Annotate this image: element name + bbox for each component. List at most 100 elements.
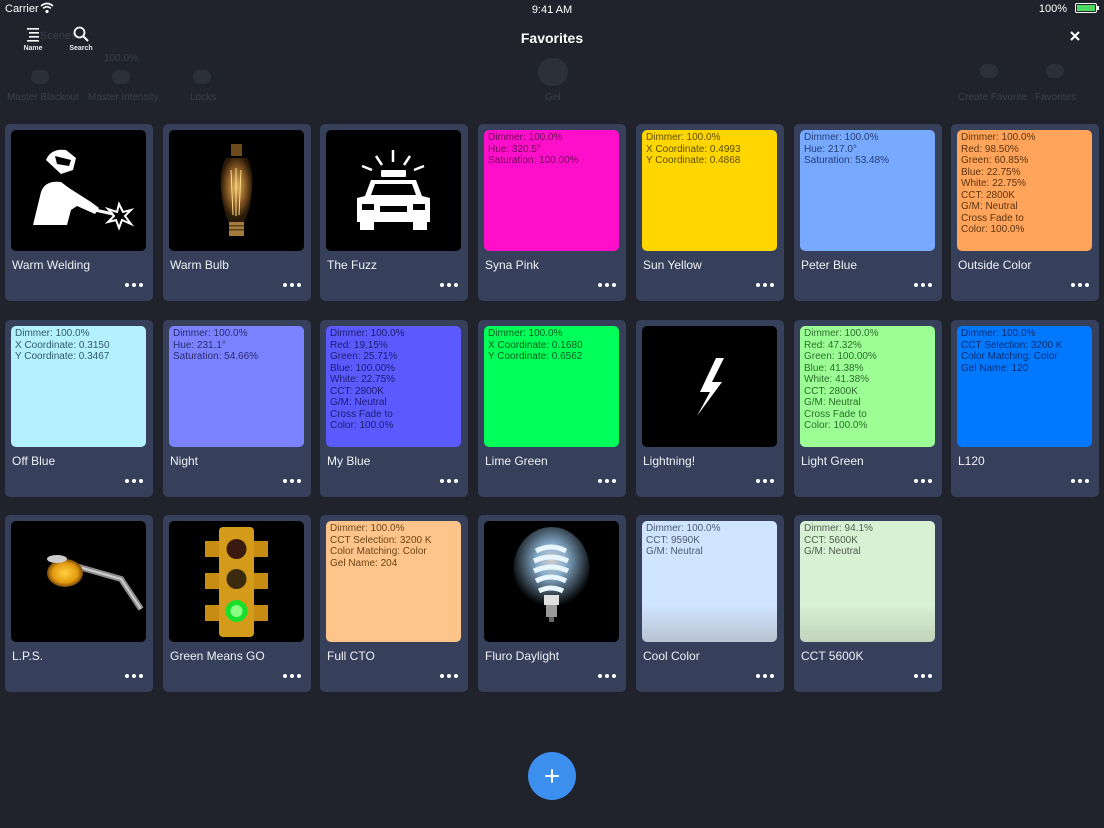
battery-icon [1075, 3, 1099, 13]
favorite-card[interactable]: Dimmer: 94.1% CCT: 5600K G/M: Neutral CCT… [794, 515, 942, 692]
favorite-card[interactable]: Warm Welding [5, 124, 153, 301]
page-title: Favorites [520, 30, 584, 46]
favorite-name: Peter Blue [801, 258, 858, 272]
favorite-name: Warm Bulb [170, 258, 229, 272]
gel-icon [538, 58, 568, 86]
sort-label: Name [23, 45, 43, 52]
star-icon [1046, 64, 1064, 78]
background-item: Locks [190, 92, 217, 103]
close-icon[interactable] [1066, 27, 1084, 45]
welding-pictogram-image [11, 130, 146, 251]
favorite-settings: Dimmer: 100.0% Red: 19.15% Green: 25.71%… [330, 328, 405, 431]
color-swatch: Dimmer: 100.0% X Coordinate: 0.1680 Y Co… [484, 326, 619, 447]
favorite-name: Lime Green [485, 454, 548, 468]
background-item: Favorites [1035, 92, 1077, 103]
favorite-settings: Dimmer: 100.0% X Coordinate: 0.4993 Y Co… [646, 132, 741, 166]
favorite-name: CCT 5600K [801, 649, 864, 663]
more-options-icon[interactable] [1071, 476, 1091, 486]
favorite-name: My Blue [327, 454, 371, 468]
favorite-card[interactable]: Dimmer: 100.0% X Coordinate: 0.3150 Y Co… [5, 320, 153, 497]
police-car-pictogram-image [326, 130, 461, 251]
background-item: Gel [545, 92, 561, 103]
color-swatch: Dimmer: 94.1% CCT: 5600K G/M: Neutral [800, 521, 935, 642]
clock: 9:41 AM [531, 4, 573, 16]
lightning-bolt-image [642, 326, 777, 447]
favorite-name: Light Green [801, 454, 864, 468]
color-swatch: Dimmer: 100.0% Hue: 320.5° Saturation: 1… [484, 130, 619, 251]
favorite-settings: Dimmer: 100.0% Hue: 217.0° Saturation: 5… [804, 132, 890, 166]
favorite-settings: Dimmer: 100.0% CCT Selection: 3200 K Col… [330, 523, 432, 569]
add-favorite-button[interactable] [528, 752, 576, 800]
favorite-card[interactable]: Lightning! [636, 320, 784, 497]
favorite-settings: Dimmer: 94.1% CCT: 5600K G/M: Neutral [804, 523, 873, 557]
favorite-name: L.P.S. [12, 649, 44, 663]
favorite-settings: Dimmer: 100.0% CCT: 9590K G/M: Neutral [646, 523, 721, 557]
more-options-icon[interactable] [598, 280, 618, 290]
more-options-icon[interactable] [914, 476, 934, 486]
favorite-name: Syna Pink [485, 258, 540, 272]
background-item: Master Blackout [7, 92, 79, 103]
favorite-card[interactable]: Dimmer: 100.0% Red: 19.15% Green: 25.71%… [320, 320, 468, 497]
favorite-card[interactable]: Dimmer: 100.0% CCT Selection: 3200 K Col… [951, 320, 1099, 497]
favorite-card[interactable]: Dimmer: 100.0% CCT Selection: 3200 K Col… [320, 515, 468, 692]
more-options-icon[interactable] [1071, 280, 1091, 290]
favorite-name: The Fuzz [327, 258, 378, 272]
favorite-card[interactable]: Dimmer: 100.0% Hue: 217.0° Saturation: 5… [794, 124, 942, 301]
favorite-name: Sun Yellow [643, 258, 702, 272]
more-options-icon[interactable] [756, 476, 776, 486]
favorite-card[interactable]: L.P.S. [5, 515, 153, 692]
fluorescent-bulb-photo-image [484, 521, 619, 642]
favorite-card[interactable]: Dimmer: 100.0% X Coordinate: 0.1680 Y Co… [478, 320, 626, 497]
favorite-card[interactable]: Warm Bulb [163, 124, 311, 301]
color-swatch: Dimmer: 100.0% Hue: 231.1° Saturation: 5… [169, 326, 304, 447]
favorite-settings: Dimmer: 100.0% Red: 47.32% Green: 100.00… [804, 328, 879, 431]
more-options-icon[interactable] [125, 280, 145, 290]
favorite-name: Green Means GO [170, 649, 265, 663]
favorite-card[interactable]: Dimmer: 100.0% Hue: 231.1° Saturation: 5… [163, 320, 311, 497]
more-options-icon[interactable] [914, 671, 934, 681]
more-options-icon[interactable] [756, 671, 776, 681]
color-swatch: Dimmer: 100.0% CCT Selection: 3200 K Col… [957, 326, 1092, 447]
more-options-icon[interactable] [598, 671, 618, 681]
more-options-icon[interactable] [283, 476, 303, 486]
favorite-name: L120 [958, 454, 985, 468]
sun-icon [112, 70, 130, 84]
more-options-icon[interactable] [756, 280, 776, 290]
background-item: Master Intensity [88, 92, 159, 103]
favorite-name: Full CTO [327, 649, 375, 663]
more-options-icon[interactable] [125, 671, 145, 681]
status-bar: Carrier 9:41 AM 100% [0, 0, 1104, 20]
favorite-settings: Dimmer: 100.0% Hue: 231.1° Saturation: 5… [173, 328, 259, 362]
favorite-name: Outside Color [958, 258, 1032, 272]
color-swatch: Dimmer: 100.0% CCT Selection: 3200 K Col… [326, 521, 461, 642]
street-lamp-photo-image [11, 521, 146, 642]
traffic-light-photo-image [169, 521, 304, 642]
favorite-card[interactable]: Dimmer: 100.0% X Coordinate: 0.4993 Y Co… [636, 124, 784, 301]
favorite-card[interactable]: The Fuzz [320, 124, 468, 301]
favorite-name: Night [170, 454, 199, 468]
more-options-icon[interactable] [283, 671, 303, 681]
favorite-card[interactable]: Green Means GO [163, 515, 311, 692]
more-options-icon[interactable] [283, 280, 303, 290]
edison-bulb-photo-image [169, 130, 304, 251]
more-options-icon[interactable] [440, 671, 460, 681]
favorite-name: Warm Welding [12, 258, 91, 272]
favorite-card[interactable]: Dimmer: 100.0% CCT: 9590K G/M: Neutral Co… [636, 515, 784, 692]
favorite-card[interactable]: Dimmer: 100.0% Hue: 320.5° Saturation: 1… [478, 124, 626, 301]
favorite-settings: Dimmer: 100.0% X Coordinate: 0.3150 Y Co… [15, 328, 110, 362]
favorite-name: Off Blue [12, 454, 56, 468]
background-item: Create Favorite [958, 92, 1027, 103]
more-options-icon[interactable] [914, 280, 934, 290]
color-swatch: Dimmer: 100.0% X Coordinate: 0.3150 Y Co… [11, 326, 146, 447]
more-options-icon[interactable] [440, 280, 460, 290]
color-swatch: Dimmer: 100.0% Hue: 217.0° Saturation: 5… [800, 130, 935, 251]
star-plus-icon [980, 64, 998, 78]
favorite-card[interactable]: Fluro Daylight [478, 515, 626, 692]
color-swatch: Dimmer: 100.0% Red: 19.15% Green: 25.71%… [326, 326, 461, 447]
more-options-icon[interactable] [440, 476, 460, 486]
favorite-settings: Dimmer: 100.0% Hue: 320.5° Saturation: 1… [488, 132, 579, 166]
favorite-card[interactable]: Dimmer: 100.0% Red: 47.32% Green: 100.00… [794, 320, 942, 497]
more-options-icon[interactable] [598, 476, 618, 486]
more-options-icon[interactable] [125, 476, 145, 486]
favorite-card[interactable]: Dimmer: 100.0% Red: 98.50% Green: 60.85%… [951, 124, 1099, 301]
